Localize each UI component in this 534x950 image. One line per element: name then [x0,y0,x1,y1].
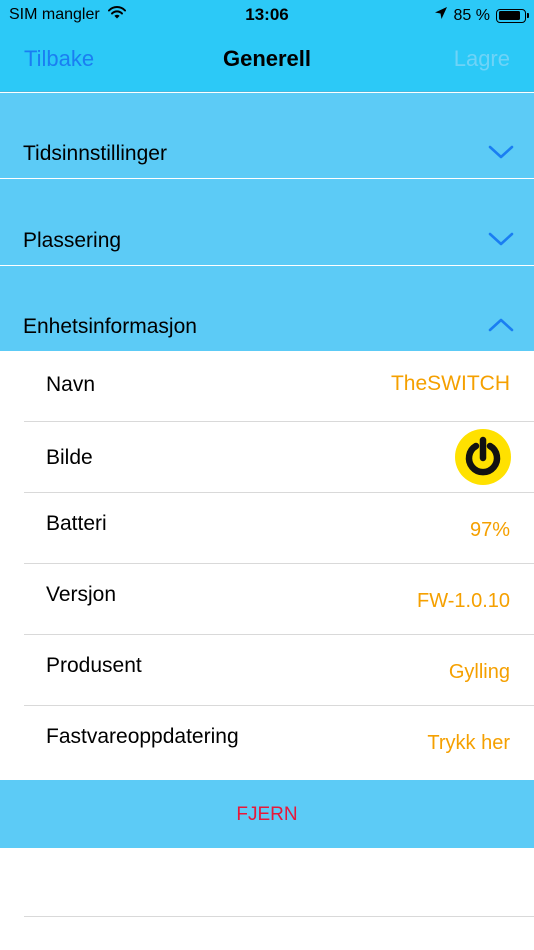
navigation-bar: Tilbake Generell Lagre [0,32,534,92]
section-location-label: Plassering [23,229,122,252]
chevron-down-icon [488,231,514,247]
section-time-settings-label: Tidsinnstillinger [23,142,167,165]
section-location[interactable]: Plassering [0,179,534,266]
row-battery[interactable]: Batteri 97% [0,493,534,564]
row-manufacturer-label: Produsent [46,654,142,677]
section-device-info-label: Enhetsinformasjon [23,315,197,338]
row-version-label: Versjon [46,583,117,606]
battery-icon [496,8,529,23]
row-battery-label: Batteri [46,512,107,535]
row-firmware-update-label: Fastvareoppdatering [46,725,239,748]
chevron-down-icon [488,144,514,160]
location-arrow-icon [434,6,448,25]
status-bar: SIM mangler 13:06 85 % [0,0,534,32]
divider [24,916,534,917]
firmware-update-link[interactable]: Trykk her [427,732,510,755]
section-device-info[interactable]: Enhetsinformasjon [0,266,534,351]
row-manufacturer-value: Gylling [448,661,510,683]
row-version-value: FW-1.0.10 [417,590,510,612]
status-right: 85 % [434,6,529,25]
save-button[interactable]: Lagre [454,46,510,72]
row-name-label: Navn [46,373,96,396]
row-manufacturer[interactable]: Produsent Gylling [0,635,534,706]
back-button[interactable]: Tilbake [24,46,94,72]
row-battery-value: 97% [469,519,510,541]
power-icon[interactable] [455,429,511,485]
row-name-value: TheSWITCH [390,372,510,395]
battery-percent: 85 % [453,6,490,24]
row-name[interactable]: Navn TheSWITCH [0,351,534,422]
remove-button[interactable]: FJERN [0,780,534,848]
chevron-up-icon [488,317,514,333]
row-version[interactable]: Versjon FW-1.0.10 [0,564,534,635]
remove-button-label: FJERN [236,804,298,825]
row-firmware-update[interactable]: Fastvareoppdatering Trykk her [0,706,534,777]
row-image[interactable]: Bilde [0,422,534,493]
section-time-settings[interactable]: Tidsinnstillinger [0,93,534,179]
row-image-label: Bilde [46,446,93,469]
